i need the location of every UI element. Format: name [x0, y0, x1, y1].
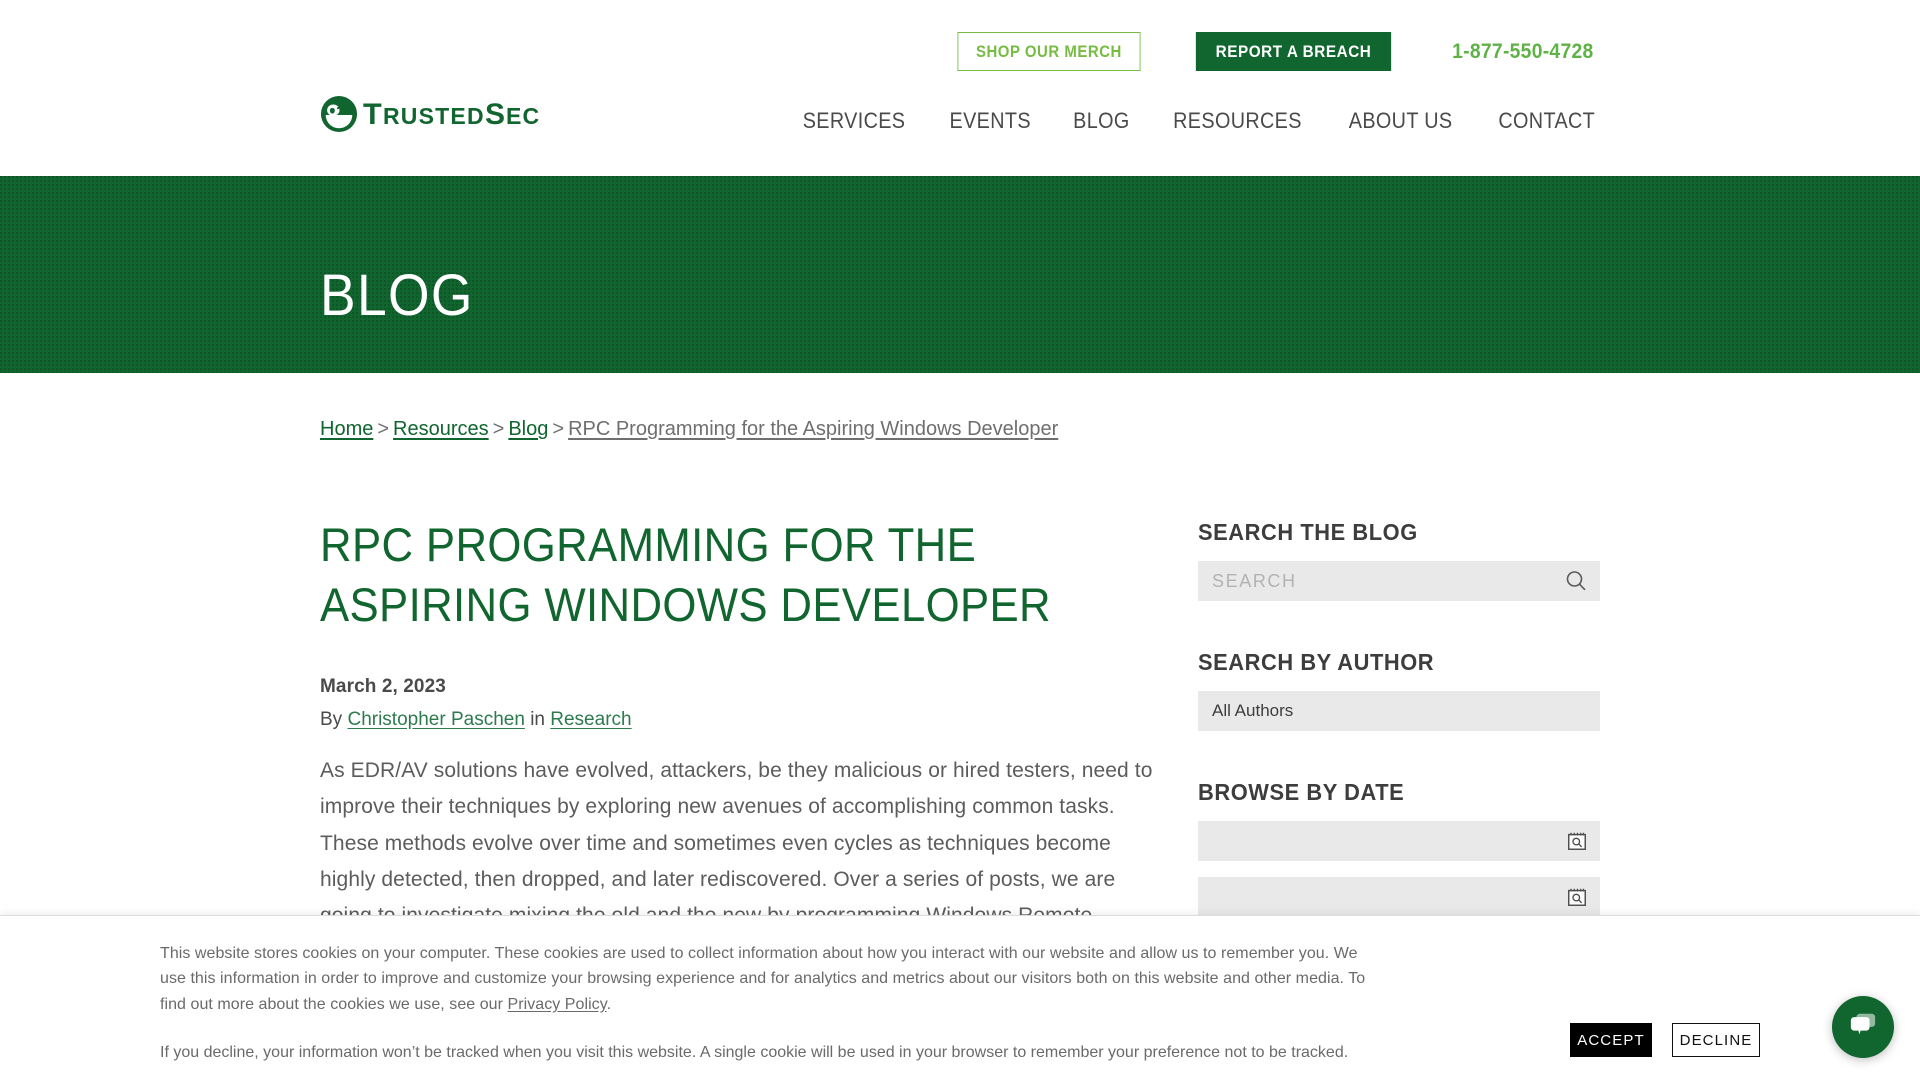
page-title: BLOG — [320, 263, 474, 328]
breadcrumb-item-resources[interactable]: Resources — [393, 418, 489, 440]
breadcrumb-item-home[interactable]: Home — [320, 418, 373, 440]
breadcrumb-item-blog[interactable]: Blog — [508, 418, 548, 440]
chat-widget-button[interactable] — [1832, 996, 1894, 1058]
page-hero-banner: BLOG — [0, 176, 1920, 373]
breadcrumb-separator: > — [492, 418, 505, 440]
nav-item-blog[interactable]: BLOG — [1073, 108, 1129, 134]
browse-by-date-heading: BROWSE BY DATE — [1198, 779, 1405, 805]
article-column: RPC Programming for the Aspiring Windows… — [320, 515, 1152, 970]
breadcrumb-current-page: RPC Programming for the Aspiring Windows… — [568, 418, 1059, 440]
date-to-picker-button[interactable] — [1566, 886, 1588, 908]
search-blog-block: SEARCH THE BLOG — [1198, 519, 1600, 601]
date-to-input[interactable] — [1198, 877, 1600, 917]
cookie-paragraph-secondary: If you decline, your information won’t b… — [160, 1043, 1349, 1061]
svg-text:RUSTED: RUSTED — [383, 103, 485, 129]
trustedsec-wordmark: T RUSTED S EC — [363, 99, 540, 129]
article-byline: By Christopher Paschen in Research — [320, 709, 1110, 731]
cookie-decline-button[interactable]: DECLINE — [1672, 1023, 1760, 1057]
trustedsec-logo-icon — [320, 95, 358, 133]
cookie-actions: ACCEPT DECLINE — [1570, 1023, 1760, 1057]
browse-by-date-block: BROWSE BY DATE — [1198, 779, 1600, 917]
utility-bar: SHOP OUR MERCH REPORT A BREACH 1-877-550… — [945, 32, 1600, 71]
calendar-search-icon — [1566, 832, 1588, 855]
cookie-banner-inner: This website stores cookies on your comp… — [160, 916, 1760, 1080]
date-from-picker-button[interactable] — [1566, 830, 1588, 852]
search-input-wrapper — [1198, 561, 1600, 601]
date-from-field — [1198, 821, 1600, 861]
chat-bubbles-icon — [1848, 1011, 1878, 1044]
report-a-breach-button[interactable]: REPORT A BREACH — [1196, 32, 1392, 71]
cookie-consent-banner: This website stores cookies on your comp… — [0, 915, 1920, 1080]
cookie-accept-button[interactable]: ACCEPT — [1570, 1023, 1652, 1057]
svg-text:EC: EC — [506, 103, 540, 129]
svg-text:T: T — [363, 99, 382, 129]
content-area: RPC Programming for the Aspiring Windows… — [320, 439, 1600, 970]
breadcrumb: Home > Resources > Blog > RPC Programming for … — [320, 373, 1600, 439]
author-select[interactable]: All Authors — [1198, 691, 1600, 731]
nav-item-events[interactable]: EVENTS — [950, 108, 1031, 134]
sidebar: SEARCH THE BLOG SEARCH BY AUTHOR — [1198, 515, 1600, 970]
page-root: SHOP OUR MERCH REPORT A BREACH 1-877-550… — [0, 0, 1920, 1080]
search-blog-heading: SEARCH THE BLOG — [1198, 519, 1418, 545]
breadcrumb-separator: > — [552, 418, 565, 440]
article-author-link[interactable]: Christopher Paschen — [347, 709, 524, 730]
main-navigation: SERVICES EVENTS BLOG RESOURCES ABOUT US … — [797, 108, 1600, 134]
cookie-text-after-link: . — [606, 995, 612, 1013]
date-to-field — [1198, 877, 1600, 917]
hero-inner: BLOG — [320, 176, 1600, 373]
cookie-text-before-link: This website stores cookies on your comp… — [160, 945, 1366, 1013]
nav-item-resources[interactable]: RESOURCES — [1173, 108, 1302, 134]
site-header: SHOP OUR MERCH REPORT A BREACH 1-877-550… — [0, 0, 1920, 176]
site-logo[interactable]: T RUSTED S EC — [320, 95, 576, 133]
nav-item-services[interactable]: SERVICES — [803, 108, 906, 134]
search-input[interactable] — [1198, 561, 1600, 601]
search-author-heading: SEARCH BY AUTHOR — [1198, 649, 1435, 675]
calendar-search-icon — [1566, 888, 1588, 911]
article-title: RPC Programming for the Aspiring Windows… — [320, 518, 1051, 631]
header-inner: SHOP OUR MERCH REPORT A BREACH 1-877-550… — [320, 0, 1600, 176]
nav-item-about-us[interactable]: ABOUT US — [1349, 108, 1453, 134]
breadcrumb-separator: > — [377, 418, 390, 440]
author-select-value: All Authors — [1212, 701, 1294, 720]
svg-text:S: S — [485, 99, 506, 129]
search-icon — [1564, 571, 1588, 596]
search-author-block: SEARCH BY AUTHOR All Authors — [1198, 649, 1600, 731]
article-category-link[interactable]: Research — [550, 709, 631, 730]
article-date: March 2, 2023 — [320, 676, 446, 698]
nav-item-contact[interactable]: CONTACT — [1498, 108, 1595, 134]
shop-our-merch-button[interactable]: SHOP OUR MERCH — [957, 32, 1141, 71]
phone-number-link[interactable]: 1-877-550-4728 — [1452, 40, 1593, 64]
privacy-policy-link[interactable]: Privacy Policy — [508, 996, 607, 1013]
search-submit-button[interactable] — [1564, 569, 1588, 593]
date-from-input[interactable] — [1198, 821, 1600, 861]
byline-in: in — [530, 709, 545, 731]
cookie-paragraph-primary: This website stores cookies on your comp… — [160, 941, 1385, 1017]
byline-prefix: By — [320, 709, 343, 731]
